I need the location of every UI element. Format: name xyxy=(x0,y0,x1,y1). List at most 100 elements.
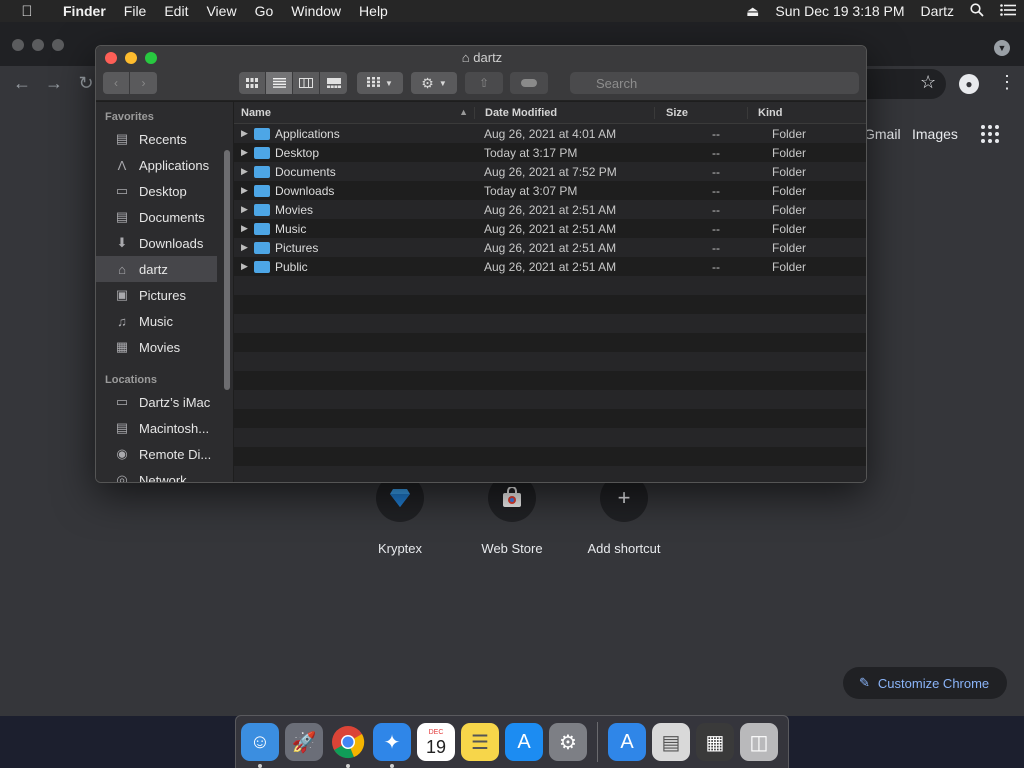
file-name-cell: Applications xyxy=(254,127,474,141)
gmail-link[interactable]: Gmail xyxy=(864,126,901,142)
menu-window[interactable]: Window xyxy=(282,3,350,19)
forward-icon[interactable]: → xyxy=(42,72,66,94)
tags-button[interactable] xyxy=(510,72,548,94)
chrome-zoom-button[interactable] xyxy=(52,39,64,51)
sidebar-item-label: Recents xyxy=(139,131,187,147)
forward-button[interactable]: › xyxy=(130,72,157,94)
file-row[interactable]: ▶ Public Aug 26, 2021 at 2:51 AM -- Folder xyxy=(234,257,866,276)
dock-trash-icon[interactable]: ◫ xyxy=(740,723,778,761)
dock-safari-icon[interactable]: ✦ xyxy=(373,723,411,768)
profile-icon[interactable]: ● xyxy=(959,74,979,94)
dock-system-preferences-icon[interactable]: ⚙ xyxy=(549,723,587,761)
spotlight-icon[interactable] xyxy=(962,2,992,20)
sidebar-item-imac[interactable]: ▭ Dartz’s iMac xyxy=(96,389,233,415)
file-row[interactable]: ▶ Pictures Aug 26, 2021 at 2:51 AM -- Folder xyxy=(234,238,866,257)
sidebar-section-favorites: Favorites xyxy=(105,111,154,123)
back-icon[interactable]: ← xyxy=(10,72,34,94)
disclosure-triangle-icon[interactable]: ▶ xyxy=(234,223,254,234)
eject-icon[interactable]: ⏏ xyxy=(738,3,767,20)
file-row[interactable]: ▶ Documents Aug 26, 2021 at 7:52 PM -- Folde… xyxy=(234,162,866,181)
menu-app-name[interactable]: Finder xyxy=(54,3,115,19)
back-button[interactable]: ‹ xyxy=(103,72,130,94)
dock-launchpad-icon[interactable]: 🚀 xyxy=(285,723,323,761)
shortcut-label: Web Store xyxy=(481,541,543,556)
column-header-date[interactable]: Date Modified xyxy=(474,106,654,119)
sidebar-item-label: Macintosh... xyxy=(139,420,210,436)
chrome-menu-icon[interactable]: ⋮ xyxy=(998,72,1016,93)
hard-drive-icon: ▤ xyxy=(115,420,129,435)
sidebar-item-recents[interactable]: ▤ Recents xyxy=(96,126,233,152)
file-row[interactable]: ▶ Movies Aug 26, 2021 at 2:51 AM -- Folder xyxy=(234,200,866,219)
size-cell: -- xyxy=(712,259,720,274)
chrome-close-button[interactable] xyxy=(12,39,24,51)
dock-glyph: ▤ xyxy=(661,731,681,754)
disclosure-triangle-icon[interactable]: ▶ xyxy=(234,204,254,215)
list-header: Name ▲ Date Modified Size Kind xyxy=(234,102,866,124)
sidebar-item-remote-disc[interactable]: ◉ Remote Di... xyxy=(96,441,233,467)
file-row[interactable]: ▶ Music Aug 26, 2021 at 2:51 AM -- Folder xyxy=(234,219,866,238)
action-button[interactable]: ⚙ ▼ xyxy=(411,72,457,94)
customize-chrome-button[interactable]: ✎ Customize Chrome xyxy=(843,667,1007,699)
images-link[interactable]: Images xyxy=(912,126,958,142)
sidebar-item-desktop[interactable]: ▭ Desktop xyxy=(96,178,233,204)
column-view-button[interactable] xyxy=(293,72,320,94)
column-header-size[interactable]: Size xyxy=(654,106,747,119)
tab-search-icon[interactable]: ▼ xyxy=(994,40,1010,56)
disclosure-triangle-icon[interactable]: ▶ xyxy=(234,242,254,253)
dock-calendar-icon[interactable]: DEC 19 xyxy=(417,723,455,761)
shortcut-add[interactable]: + Add shortcut xyxy=(564,474,684,556)
column-header-name[interactable]: Name ▲ xyxy=(234,107,474,119)
menu-file[interactable]: File xyxy=(115,3,156,19)
sidebar-item-dartz[interactable]: ⌂ dartz xyxy=(96,256,217,282)
search-input[interactable] xyxy=(570,72,859,94)
file-row[interactable]: ▶ Applications Aug 26, 2021 at 4:01 AM -- Fo… xyxy=(234,124,866,143)
list-view-button[interactable] xyxy=(266,72,293,94)
menu-help[interactable]: Help xyxy=(350,3,397,19)
sidebar-item-pictures[interactable]: ▣ Pictures xyxy=(96,282,233,308)
sidebar-item-music[interactable]: ♫ Music xyxy=(96,308,233,334)
folder-icon xyxy=(254,127,270,140)
dock-document-stack-icon[interactable]: ▤ xyxy=(652,723,690,761)
sidebar-item-documents[interactable]: ▤ Documents xyxy=(96,204,233,230)
share-button[interactable]: ⇧ xyxy=(465,72,503,94)
sidebar-item-downloads[interactable]: ⬇ Downloads xyxy=(96,230,233,256)
google-apps-icon[interactable] xyxy=(981,125,999,143)
disclosure-triangle-icon[interactable]: ▶ xyxy=(234,185,254,196)
file-row[interactable]: ▶ Desktop Today at 3:17 PM -- Folder xyxy=(234,143,866,162)
column-header-kind[interactable]: Kind xyxy=(747,106,866,119)
disclosure-triangle-icon[interactable]: ▶ xyxy=(234,128,254,139)
shortcut-label: Add shortcut xyxy=(587,541,661,556)
shortcut-web-store[interactable]: Web Store xyxy=(452,474,572,556)
chrome-minimize-button[interactable] xyxy=(32,39,44,51)
bookmark-star-icon[interactable]: ☆ xyxy=(920,72,936,93)
group-button[interactable]: ▼ xyxy=(357,72,403,94)
disclosure-triangle-icon[interactable]: ▶ xyxy=(234,261,254,272)
notification-center-icon[interactable] xyxy=(992,3,1024,19)
sidebar-item-movies[interactable]: ▦ Movies xyxy=(96,334,233,360)
dock-glyph: ☰ xyxy=(471,731,489,754)
sidebar-item-label: dartz xyxy=(139,261,168,277)
file-row[interactable]: ▶ Downloads Today at 3:07 PM -- Folder xyxy=(234,181,866,200)
dock-applications-folder-icon[interactable]: A xyxy=(608,723,646,761)
disclosure-triangle-icon[interactable]: ▶ xyxy=(234,166,254,177)
disclosure-triangle-icon[interactable]: ▶ xyxy=(234,147,254,158)
gallery-view-button[interactable] xyxy=(320,72,347,94)
dock-screenshot-stack-icon[interactable]: ▦ xyxy=(696,723,734,761)
icon-view-button[interactable] xyxy=(239,72,266,94)
file-name: Desktop xyxy=(275,145,320,160)
menu-view[interactable]: View xyxy=(197,3,245,19)
menu-user[interactable]: Dartz xyxy=(913,3,962,19)
dock-notes-icon[interactable]: ☰ xyxy=(461,723,499,761)
sidebar-item-applications[interactable]: Λ Applications xyxy=(96,152,233,178)
menu-go[interactable]: Go xyxy=(246,3,283,19)
menu-clock[interactable]: Sun Dec 19 3:18 PM xyxy=(767,3,912,19)
apple-icon[interactable]:  xyxy=(0,3,54,20)
dock-finder-icon[interactable]: ☺ xyxy=(241,723,279,768)
dock-chrome-icon[interactable] xyxy=(329,723,367,768)
sidebar-item-macintosh-hd[interactable]: ▤ Macintosh... xyxy=(96,415,233,441)
shortcut-kryptex[interactable]: Kryptex xyxy=(340,474,460,556)
sidebar-item-network[interactable]: ◎ Network xyxy=(96,467,233,482)
menu-edit[interactable]: Edit xyxy=(155,3,197,19)
sidebar-scrollbar[interactable] xyxy=(224,150,230,390)
dock-app-store-icon[interactable]: A xyxy=(505,723,543,761)
